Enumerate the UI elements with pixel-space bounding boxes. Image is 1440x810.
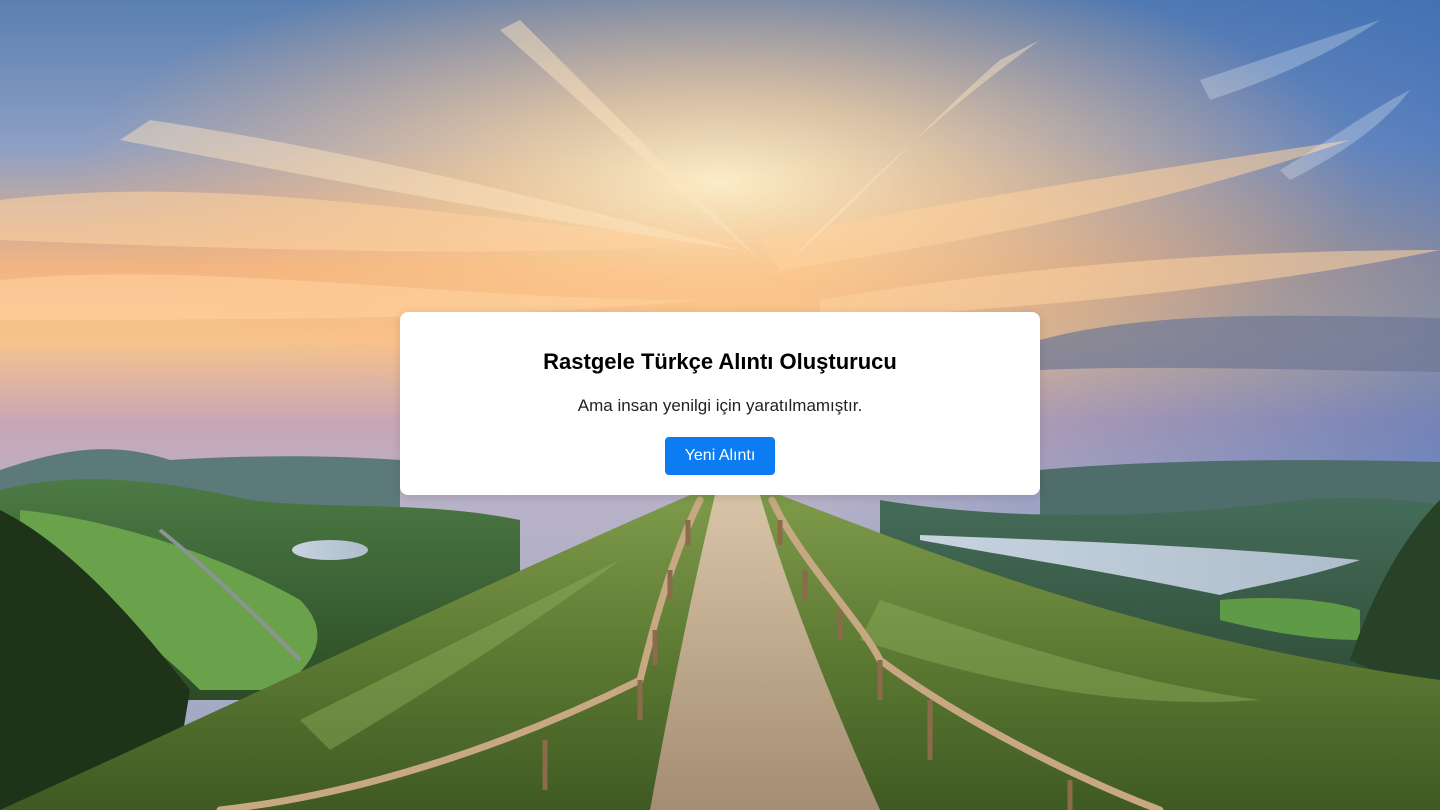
new-quote-button[interactable]: Yeni Alıntı bbox=[665, 437, 775, 475]
quote-text: Ama insan yenilgi için yaratılmamıştır. bbox=[577, 396, 863, 415]
page-title: Rastgele Türkçe Alıntı Oluşturucu bbox=[543, 349, 897, 374]
quote-card: Rastgele Türkçe Alıntı Oluşturucu Ama in… bbox=[400, 312, 1040, 495]
